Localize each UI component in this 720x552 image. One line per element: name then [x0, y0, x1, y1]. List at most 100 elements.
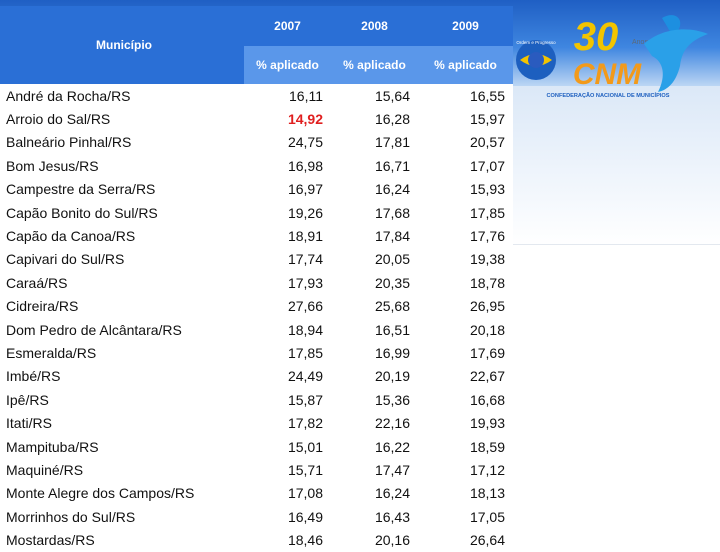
table-row: Arroio do Sal/RS 14,92 16,28 15,97 — [0, 107, 513, 131]
value-2008: 16,43 — [331, 505, 418, 529]
value-2009: 19,93 — [418, 411, 513, 435]
municipality-name: Esmeralda/RS — [0, 341, 244, 365]
value-2007: 15,01 — [244, 434, 331, 459]
table-row: Caraá/RS 17,93 20,35 18,78 — [0, 271, 513, 295]
subheader-percent-2009: % aplicado — [418, 46, 513, 84]
table-body: André da Rocha/RS 16,11 15,64 16,55 Arroio d… — [0, 84, 513, 552]
value-2008: 22,16 — [331, 411, 418, 435]
value-2007: 17,82 — [244, 411, 331, 435]
municipality-name: Mostardas/RS — [0, 528, 244, 552]
table-row: Imbé/RS 24,49 20,19 22,67 — [0, 364, 513, 389]
municipality-name: Capão Bonito do Sul/RS — [0, 200, 244, 225]
value-2008: 20,35 — [331, 271, 418, 295]
value-2008: 16,24 — [331, 481, 418, 506]
value-2009: 16,68 — [418, 388, 513, 412]
data-table-container: Município 2007 2008 2009 % aplicado % ap… — [0, 6, 513, 552]
table-row: Itati/RS 17,82 22,16 19,93 — [0, 411, 513, 435]
value-2007: 16,49 — [244, 505, 331, 529]
svg-text:Ordem e Progresso: Ordem e Progresso — [516, 40, 556, 45]
municipality-name: Monte Alegre dos Campos/RS — [0, 481, 244, 506]
anniversary-number: 30 — [574, 15, 619, 59]
value-2007: 24,75 — [244, 130, 331, 155]
value-2009: 17,76 — [418, 224, 513, 248]
municipality-name: Dom Pedro de Alcântara/RS — [0, 317, 244, 342]
spending-table: Município 2007 2008 2009 % aplicado % ap… — [0, 6, 513, 552]
municipality-name: Capão da Canoa/RS — [0, 224, 244, 248]
municipality-name: André da Rocha/RS — [0, 84, 244, 108]
value-2008: 15,36 — [331, 388, 418, 412]
table-row: Capão Bonito do Sul/RS 19,26 17,68 17,85 — [0, 200, 513, 225]
value-2007: 18,94 — [244, 317, 331, 342]
table-row: Esmeralda/RS 17,85 16,99 17,69 — [0, 341, 513, 365]
value-2007: 15,87 — [244, 388, 331, 412]
value-2007: 17,74 — [244, 247, 331, 272]
value-2009: 17,85 — [418, 200, 513, 225]
value-2007: 19,26 — [244, 200, 331, 225]
table-row: Balneário Pinhal/RS 24,75 17,81 20,57 — [0, 130, 513, 155]
subheader-percent-2008: % aplicado — [331, 46, 418, 84]
value-2008: 20,05 — [331, 247, 418, 272]
value-2009: 18,78 — [418, 271, 513, 295]
municipality-name: Maquiné/RS — [0, 458, 244, 482]
municipality-name: Imbé/RS — [0, 364, 244, 389]
value-2009: 19,38 — [418, 247, 513, 272]
column-header-2008: 2008 — [331, 6, 418, 46]
table-row: Mostardas/RS 18,46 20,16 26,64 — [0, 528, 513, 552]
table-row: Mampituba/RS 15,01 16,22 18,59 — [0, 434, 513, 459]
value-2008: 15,64 — [331, 84, 418, 108]
table-row: Capivari do Sul/RS 17,74 20,05 19,38 — [0, 247, 513, 272]
municipality-name: Balneário Pinhal/RS — [0, 130, 244, 155]
municipality-name: Caraá/RS — [0, 271, 244, 295]
table-row: Morrinhos do Sul/RS 16,49 16,43 17,05 — [0, 505, 513, 529]
value-2008: 17,47 — [331, 458, 418, 482]
value-2009: 26,95 — [418, 294, 513, 318]
municipality-name: Morrinhos do Sul/RS — [0, 505, 244, 529]
value-2008: 20,19 — [331, 364, 418, 389]
municipality-name: Campestre da Serra/RS — [0, 177, 244, 201]
municipality-name: Ipê/RS — [0, 388, 244, 412]
value-2009: 17,05 — [418, 505, 513, 529]
value-2008: 16,99 — [331, 341, 418, 365]
value-2009: 20,57 — [418, 130, 513, 155]
value-2009: 15,93 — [418, 177, 513, 201]
table-row: Ipê/RS 15,87 15,36 16,68 — [0, 388, 513, 412]
value-2009: 22,67 — [418, 364, 513, 389]
municipality-name: Bom Jesus/RS — [0, 154, 244, 178]
column-header-municipio: Município — [0, 6, 244, 84]
value-2008: 17,68 — [331, 200, 418, 225]
value-2008: 20,16 — [331, 528, 418, 552]
subheader-percent-2007: % aplicado — [244, 46, 331, 84]
municipality-name: Arroio do Sal/RS — [0, 107, 244, 131]
value-2008: 16,24 — [331, 177, 418, 201]
table-row: Capão da Canoa/RS 18,91 17,84 17,76 — [0, 224, 513, 248]
value-2009: 17,69 — [418, 341, 513, 365]
table-header: Município 2007 2008 2009 % aplicado % ap… — [0, 6, 513, 84]
value-2007: 27,66 — [244, 294, 331, 318]
table-row: Cidreira/RS 27,66 25,68 26,95 — [0, 294, 513, 318]
value-2009: 18,13 — [418, 481, 513, 506]
municipality-name: Itati/RS — [0, 411, 244, 435]
value-2009: 17,12 — [418, 458, 513, 482]
column-header-2009: 2009 — [418, 6, 513, 46]
cnm-logo: Ordem e Progresso 30 Anos CNM CONFEDERAÇ… — [516, 15, 708, 99]
value-2009: 15,97 — [418, 107, 513, 131]
value-2008: 16,71 — [331, 154, 418, 178]
value-2007: 24,49 — [244, 364, 331, 389]
table-row: Monte Alegre dos Campos/RS 17,08 16,24 18,1… — [0, 481, 513, 506]
value-2007: 17,08 — [244, 481, 331, 506]
value-2009: 26,64 — [418, 528, 513, 552]
table-row: Bom Jesus/RS 16,98 16,71 17,07 — [0, 154, 513, 178]
value-2008: 25,68 — [331, 294, 418, 318]
value-2008: 16,28 — [331, 107, 418, 131]
value-2007: 18,91 — [244, 224, 331, 248]
background-fade — [512, 86, 720, 246]
table-row: André da Rocha/RS 16,11 15,64 16,55 — [0, 84, 513, 108]
cnm-full-name: CONFEDERAÇÃO NACIONAL DE MUNICÍPIOS — [547, 91, 670, 99]
value-2007: 16,97 — [244, 177, 331, 201]
value-2008: 16,51 — [331, 317, 418, 342]
value-2009: 18,59 — [418, 434, 513, 459]
value-2008: 16,22 — [331, 434, 418, 459]
value-2009: 20,18 — [418, 317, 513, 342]
figure-icon — [644, 29, 708, 92]
table-row: Campestre da Serra/RS 16,97 16,24 15,93 — [0, 177, 513, 201]
